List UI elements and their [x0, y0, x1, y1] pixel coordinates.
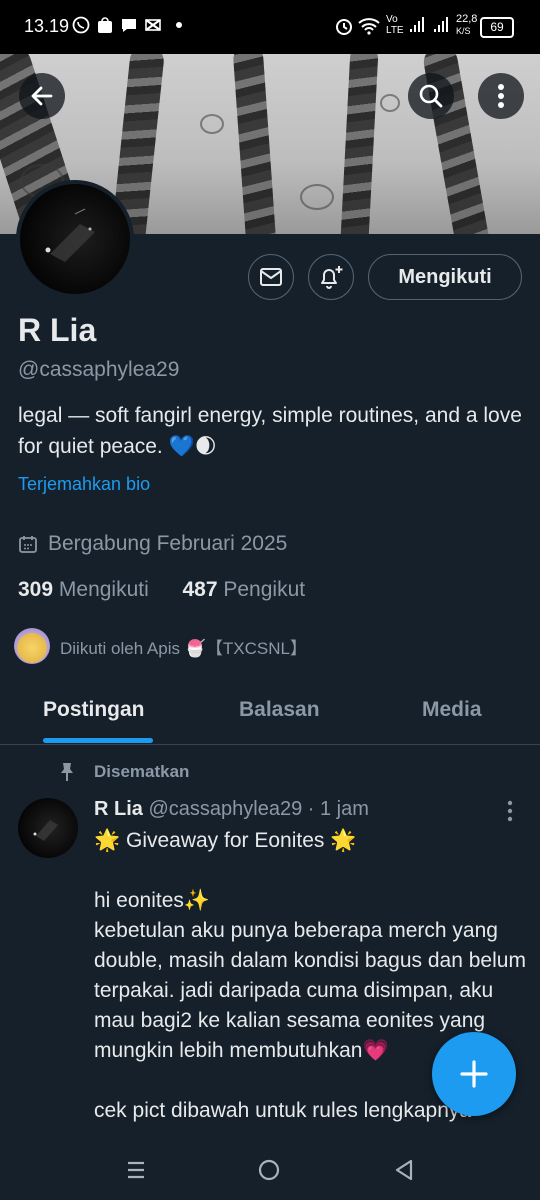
- followers-count: 487: [182, 578, 218, 601]
- post-header: R Lia @cassaphylea29 · 1 jam: [94, 798, 369, 821]
- dot-icon: [176, 22, 182, 28]
- joined-text: Bergabung Februari 2025: [48, 532, 288, 555]
- alarm-icon: [334, 16, 352, 35]
- followers-link[interactable]: 487 Pengikut: [182, 578, 305, 601]
- more-options-button[interactable]: [478, 73, 524, 119]
- capcut-icon: [144, 16, 162, 34]
- post-author[interactable]: R Lia: [94, 798, 143, 820]
- battery-icon: 69: [480, 17, 514, 38]
- profile-name: R Lia: [18, 312, 97, 348]
- recents-icon[interactable]: [126, 1160, 146, 1180]
- bell-plus-icon: [321, 266, 343, 289]
- whatsapp-icon: [72, 16, 90, 34]
- compose-button[interactable]: [432, 1032, 516, 1116]
- profile-avatar[interactable]: [16, 180, 134, 298]
- back-nav-icon[interactable]: [394, 1159, 414, 1181]
- calendar-icon: [19, 536, 37, 553]
- post-handle[interactable]: @cassaphylea29: [148, 798, 302, 820]
- following-label: Mengikuti: [58, 578, 149, 601]
- carrier-tag: Vo LTE: [386, 14, 404, 36]
- followed-by-text: Diikuti oleh Apis 🍧【TXCSNL】: [60, 638, 307, 658]
- follower-avatar: [14, 628, 50, 664]
- network-speed: 22,8 K/S: [456, 13, 477, 37]
- wifi-icon: [358, 16, 380, 35]
- following-count: 309: [18, 578, 54, 601]
- tab-postingan[interactable]: Postingan: [43, 698, 145, 722]
- notify-button[interactable]: [308, 254, 354, 300]
- post-more-icon[interactable]: [506, 800, 514, 822]
- message-icon: [120, 16, 138, 34]
- back-button[interactable]: [19, 73, 65, 119]
- tab-balasan[interactable]: Balasan: [239, 698, 320, 722]
- search-button[interactable]: [408, 73, 454, 119]
- network-speed-unit: K/S: [456, 26, 471, 36]
- profile-bio: legal — soft fangirl energy, simple rout…: [18, 404, 522, 458]
- follow-stats: 309 Mengikuti 487 Pengikut: [18, 578, 305, 602]
- post-avatar[interactable]: [18, 798, 78, 858]
- followed-by[interactable]: Diikuti oleh Apis 🍧【TXCSNL】: [14, 628, 307, 664]
- back-arrow-icon: [31, 86, 53, 106]
- active-tab-indicator: [43, 738, 153, 743]
- signal-icon: [408, 16, 426, 34]
- search-icon: [419, 84, 443, 108]
- following-link[interactable]: 309 Mengikuti: [18, 578, 149, 601]
- translate-bio-link[interactable]: Terjemahkan bio: [18, 474, 150, 495]
- joined-date: Bergabung Februari 2025: [18, 532, 287, 556]
- profile-handle: @cassaphylea29: [18, 358, 180, 381]
- profile-tabs: Postingan Balasan Media: [0, 680, 540, 745]
- shopee-icon: [96, 16, 114, 34]
- post-avatar-image: [33, 820, 58, 841]
- more-vertical-icon: [498, 84, 504, 108]
- plus-icon: [460, 1060, 488, 1088]
- following-button[interactable]: Mengikuti: [368, 254, 522, 300]
- network-speed-value: 22,8: [456, 13, 478, 25]
- status-time: 13.19: [24, 16, 70, 36]
- message-button[interactable]: [248, 254, 294, 300]
- tab-media[interactable]: Media: [422, 698, 482, 722]
- pin-icon: [61, 763, 73, 781]
- status-bar: 13.19 Vo LTE 22,8 K/S 69: [0, 0, 540, 54]
- post-time: · 1 jam: [307, 798, 369, 820]
- mail-icon: [260, 268, 282, 286]
- signal-icon: [432, 16, 450, 34]
- avatar-image: [45, 208, 95, 262]
- home-icon[interactable]: [258, 1159, 280, 1181]
- system-nav-bar: [0, 1140, 540, 1200]
- followers-label: Pengikut: [223, 578, 306, 601]
- pinned-label: Disematkan: [94, 762, 190, 781]
